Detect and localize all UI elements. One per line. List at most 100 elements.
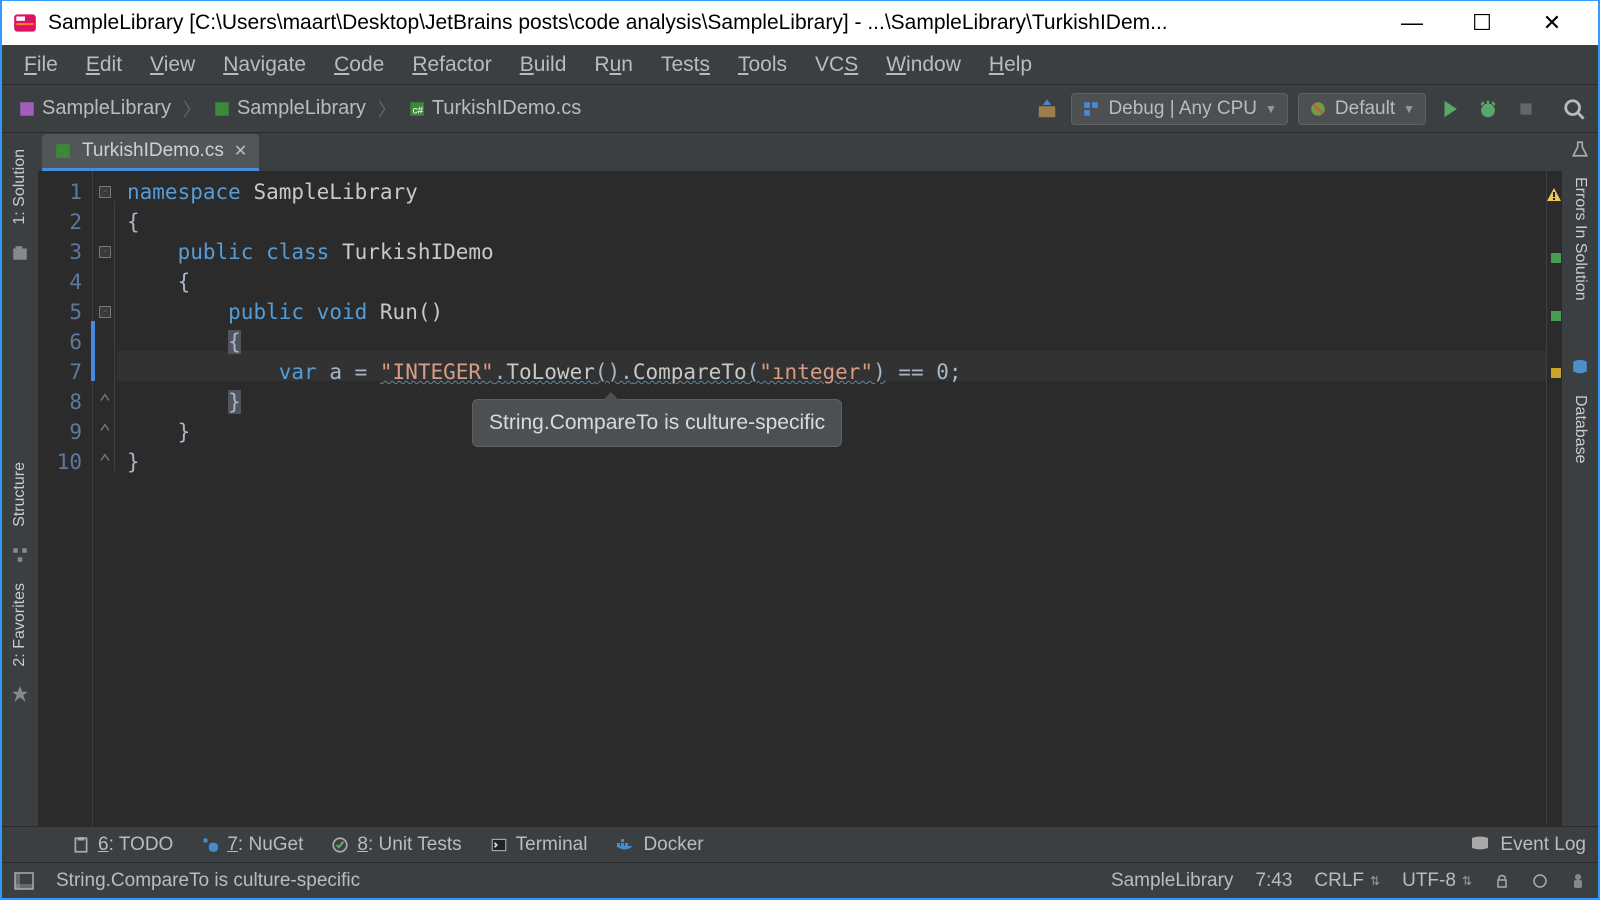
config-icon xyxy=(1082,100,1100,118)
menu-navigate[interactable]: Navigate xyxy=(211,47,318,83)
breadcrumb-project-label: SampleLibrary xyxy=(237,97,366,120)
string-literal: "INTEGER" xyxy=(380,360,494,384)
unit-tests-tab[interactable]: 8: Unit Tests xyxy=(331,834,461,856)
keyword-namespace: namespace xyxy=(127,180,241,204)
file-tabs: TurkishIDemo.cs ✕ xyxy=(38,133,1562,171)
build-button[interactable] xyxy=(1033,95,1061,123)
tests-icon xyxy=(331,836,349,854)
structure-icon[interactable] xyxy=(10,545,30,565)
hector-icon[interactable] xyxy=(1570,872,1586,890)
minimize-button[interactable]: — xyxy=(1392,10,1432,36)
code-editor[interactable]: 12345678910 - - - ⌃ ⌃ ⌃ namespace Sample… xyxy=(38,171,1562,826)
workspace: 1: Solution Structure 2: Favorites Turki… xyxy=(2,133,1598,826)
line-separator[interactable]: CRLF ⇅ xyxy=(1314,870,1380,892)
solution-icon xyxy=(18,100,36,118)
toolwindows-button[interactable] xyxy=(14,872,34,890)
encoding[interactable]: UTF-8 ⇅ xyxy=(1402,870,1472,892)
structure-tab[interactable]: Structure xyxy=(9,452,31,537)
keyword-void: void xyxy=(317,300,368,324)
indicator-icon[interactable] xyxy=(1532,873,1548,889)
keyword-var: var xyxy=(279,360,317,384)
close-button[interactable]: ✕ xyxy=(1532,10,1572,36)
search-button[interactable] xyxy=(1560,95,1588,123)
close-tab-button[interactable]: ✕ xyxy=(234,141,247,161)
breadcrumb-root[interactable]: SampleLibrary xyxy=(12,93,177,124)
keyword-public: public xyxy=(178,240,254,264)
database-icon[interactable] xyxy=(1570,357,1590,377)
chevron-down-icon: ▼ xyxy=(1265,102,1277,116)
event-log-tab[interactable]: Event Log xyxy=(1500,834,1586,856)
menu-view[interactable]: View xyxy=(138,47,207,83)
error-stripe[interactable] xyxy=(1546,171,1562,826)
method-call: CompareTo xyxy=(633,360,747,384)
window-titlebar: SampleLibrary [C:\Users\maart\Desktop\Je… xyxy=(2,1,1598,45)
caret-position[interactable]: 7:43 xyxy=(1255,870,1292,892)
fold-toggle-icon[interactable]: - xyxy=(99,306,111,318)
nuget-tab[interactable]: 7: NuGet xyxy=(201,834,303,856)
breadcrumb-file[interactable]: c# TurkishIDemo.cs xyxy=(402,93,587,124)
menu-code[interactable]: Code xyxy=(322,47,396,83)
namespace-name: SampleLibrary xyxy=(253,180,417,204)
warning-summary-icon[interactable] xyxy=(1546,181,1562,197)
method-name: Run() xyxy=(380,300,443,324)
menu-refactor[interactable]: Refactor xyxy=(400,47,503,83)
maximize-button[interactable]: ☐ xyxy=(1462,10,1502,36)
fold-toggle-icon[interactable]: - xyxy=(99,246,111,258)
run-profile-selector[interactable]: Default ▼ xyxy=(1298,93,1426,125)
toolbar: SampleLibrary 〉 SampleLibrary 〉 c# Turki… xyxy=(2,85,1598,133)
string-literal: "ınteger" xyxy=(759,360,873,384)
todo-tab[interactable]: 6: TODO xyxy=(72,834,173,856)
breadcrumb: SampleLibrary 〉 SampleLibrary 〉 c# Turki… xyxy=(12,93,1033,124)
csproj-icon xyxy=(213,100,231,118)
status-context[interactable]: SampleLibrary xyxy=(1111,870,1234,892)
favorites-tab[interactable]: 2: Favorites xyxy=(9,573,31,677)
menu-help[interactable]: Help xyxy=(977,47,1044,83)
stripe-marker[interactable] xyxy=(1551,368,1561,378)
lock-icon[interactable] xyxy=(1494,873,1510,889)
menu-edit[interactable]: Edit xyxy=(74,47,134,83)
run-profile-label: Default xyxy=(1335,98,1395,120)
breadcrumb-project[interactable]: SampleLibrary xyxy=(207,93,372,124)
menu-build[interactable]: Build xyxy=(508,47,579,83)
menubar: File Edit View Navigate Code Refactor Bu… xyxy=(2,45,1598,85)
run-button[interactable] xyxy=(1436,95,1464,123)
debug-button[interactable] xyxy=(1474,95,1502,123)
bottom-toolbar: 6: TODO 7: NuGet 8: Unit Tests Terminal … xyxy=(2,826,1598,862)
menu-tests[interactable]: Tests xyxy=(649,47,722,83)
fold-toggle-icon[interactable]: - xyxy=(99,186,111,198)
stripe-marker[interactable] xyxy=(1551,253,1561,263)
code-text[interactable]: namespace SampleLibrary { public class T… xyxy=(117,171,1546,826)
keyword-public: public xyxy=(228,300,304,324)
menu-tools[interactable]: Tools xyxy=(726,47,799,83)
editor-area: TurkishIDemo.cs ✕ 12345678910 - - - ⌃ ⌃ … xyxy=(38,133,1562,826)
star-icon[interactable] xyxy=(10,684,30,704)
solution-icon[interactable] xyxy=(10,243,30,263)
solution-tab[interactable]: 1: Solution xyxy=(9,139,31,235)
svg-text:c#: c# xyxy=(412,105,423,116)
window-title: SampleLibrary [C:\Users\maart\Desktop\Je… xyxy=(48,11,1392,35)
statusbar: String.CompareTo is culture-specific Sam… xyxy=(2,862,1598,898)
docker-label: Docker xyxy=(643,834,703,856)
terminal-label: Terminal xyxy=(516,834,588,856)
flask-icon[interactable] xyxy=(1570,139,1590,159)
file-tab[interactable]: TurkishIDemo.cs ✕ xyxy=(42,134,259,171)
config-selector[interactable]: Debug | Any CPU ▼ xyxy=(1071,93,1287,125)
menu-run[interactable]: Run xyxy=(582,47,645,83)
profile-icon xyxy=(1309,100,1327,118)
menu-file[interactable]: File xyxy=(12,47,70,83)
menu-window[interactable]: Window xyxy=(874,47,973,83)
menu-vcs[interactable]: VCS xyxy=(803,47,870,83)
config-label: Debug | Any CPU xyxy=(1108,98,1257,120)
stop-button[interactable] xyxy=(1512,95,1540,123)
errors-tab[interactable]: Errors In Solution xyxy=(1569,167,1591,311)
line-numbers: 12345678910 xyxy=(38,171,93,826)
stripe-marker[interactable] xyxy=(1551,311,1561,321)
inspection-tooltip: String.CompareTo is culture-specific xyxy=(472,399,842,447)
database-tab[interactable]: Database xyxy=(1569,385,1591,474)
docker-tab[interactable]: Docker xyxy=(615,834,703,856)
terminal-tab[interactable]: Terminal xyxy=(490,834,588,856)
chevron-down-icon: ▼ xyxy=(1403,102,1415,116)
keyword-class: class xyxy=(266,240,329,264)
toolbar-right: Debug | Any CPU ▼ Default ▼ xyxy=(1033,93,1588,125)
todo-icon xyxy=(72,836,90,854)
